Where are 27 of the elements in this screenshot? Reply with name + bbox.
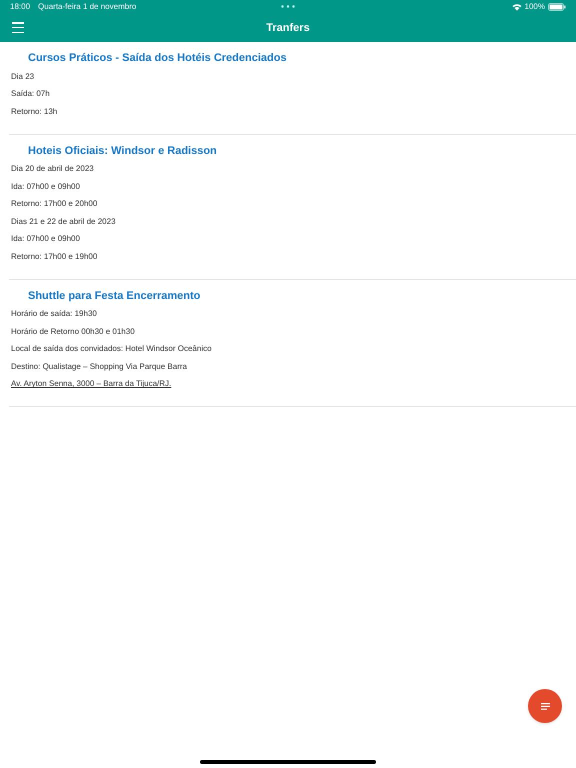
battery-icon xyxy=(548,3,566,11)
info-line: Ida: 07h00 e 09h00 xyxy=(11,233,80,246)
info-line: Local de saída dos convidados: Hotel Windsor Oceânico xyxy=(11,343,212,356)
info-line: Dia 23 xyxy=(11,70,34,83)
status-date: Quarta-feira 1 de novembro xyxy=(38,1,136,13)
battery-percent: 100% xyxy=(524,1,545,13)
list-icon xyxy=(540,702,550,710)
info-line: Horário de saída: 19h30 xyxy=(11,308,97,320)
info-line: Destino: Qualistage – Shopping Via Parque Barra xyxy=(11,360,187,373)
info-line: Retorno: 17h00 e 20h00 xyxy=(11,198,98,210)
address-link[interactable]: Av. Aryton Senna, 3000 – Barra da Tijuca/RJ. xyxy=(11,378,172,390)
section-title: Cursos Práticos - Saída dos Hotéis Credenciados xyxy=(28,51,287,66)
info-line: Dias 21 e 22 de abril de 2023 xyxy=(11,216,116,228)
more-icon xyxy=(281,5,295,8)
section-title: Shuttle para Festa Encerramento xyxy=(28,288,200,304)
wifi-icon xyxy=(512,3,522,11)
info-line: Horário de Retorno 00h30 e 01h30 xyxy=(11,326,135,338)
page-title: Tranfers xyxy=(266,20,310,36)
status-time: 18:00 xyxy=(10,1,30,13)
info-line: Ida: 07h00 e 09h00 xyxy=(11,180,80,193)
info-line: Retorno: 17h00 e 19h00 xyxy=(11,250,98,263)
filter-button[interactable] xyxy=(528,689,562,723)
info-line: Saída: 07h xyxy=(11,88,50,100)
info-line: Dia 20 de abril de 2023 xyxy=(11,163,94,176)
section-title: Hoteis Oficiais: Windsor e Radisson xyxy=(28,144,217,159)
menu-button[interactable] xyxy=(12,22,24,33)
info-line: Retorno: 13h xyxy=(11,106,58,118)
